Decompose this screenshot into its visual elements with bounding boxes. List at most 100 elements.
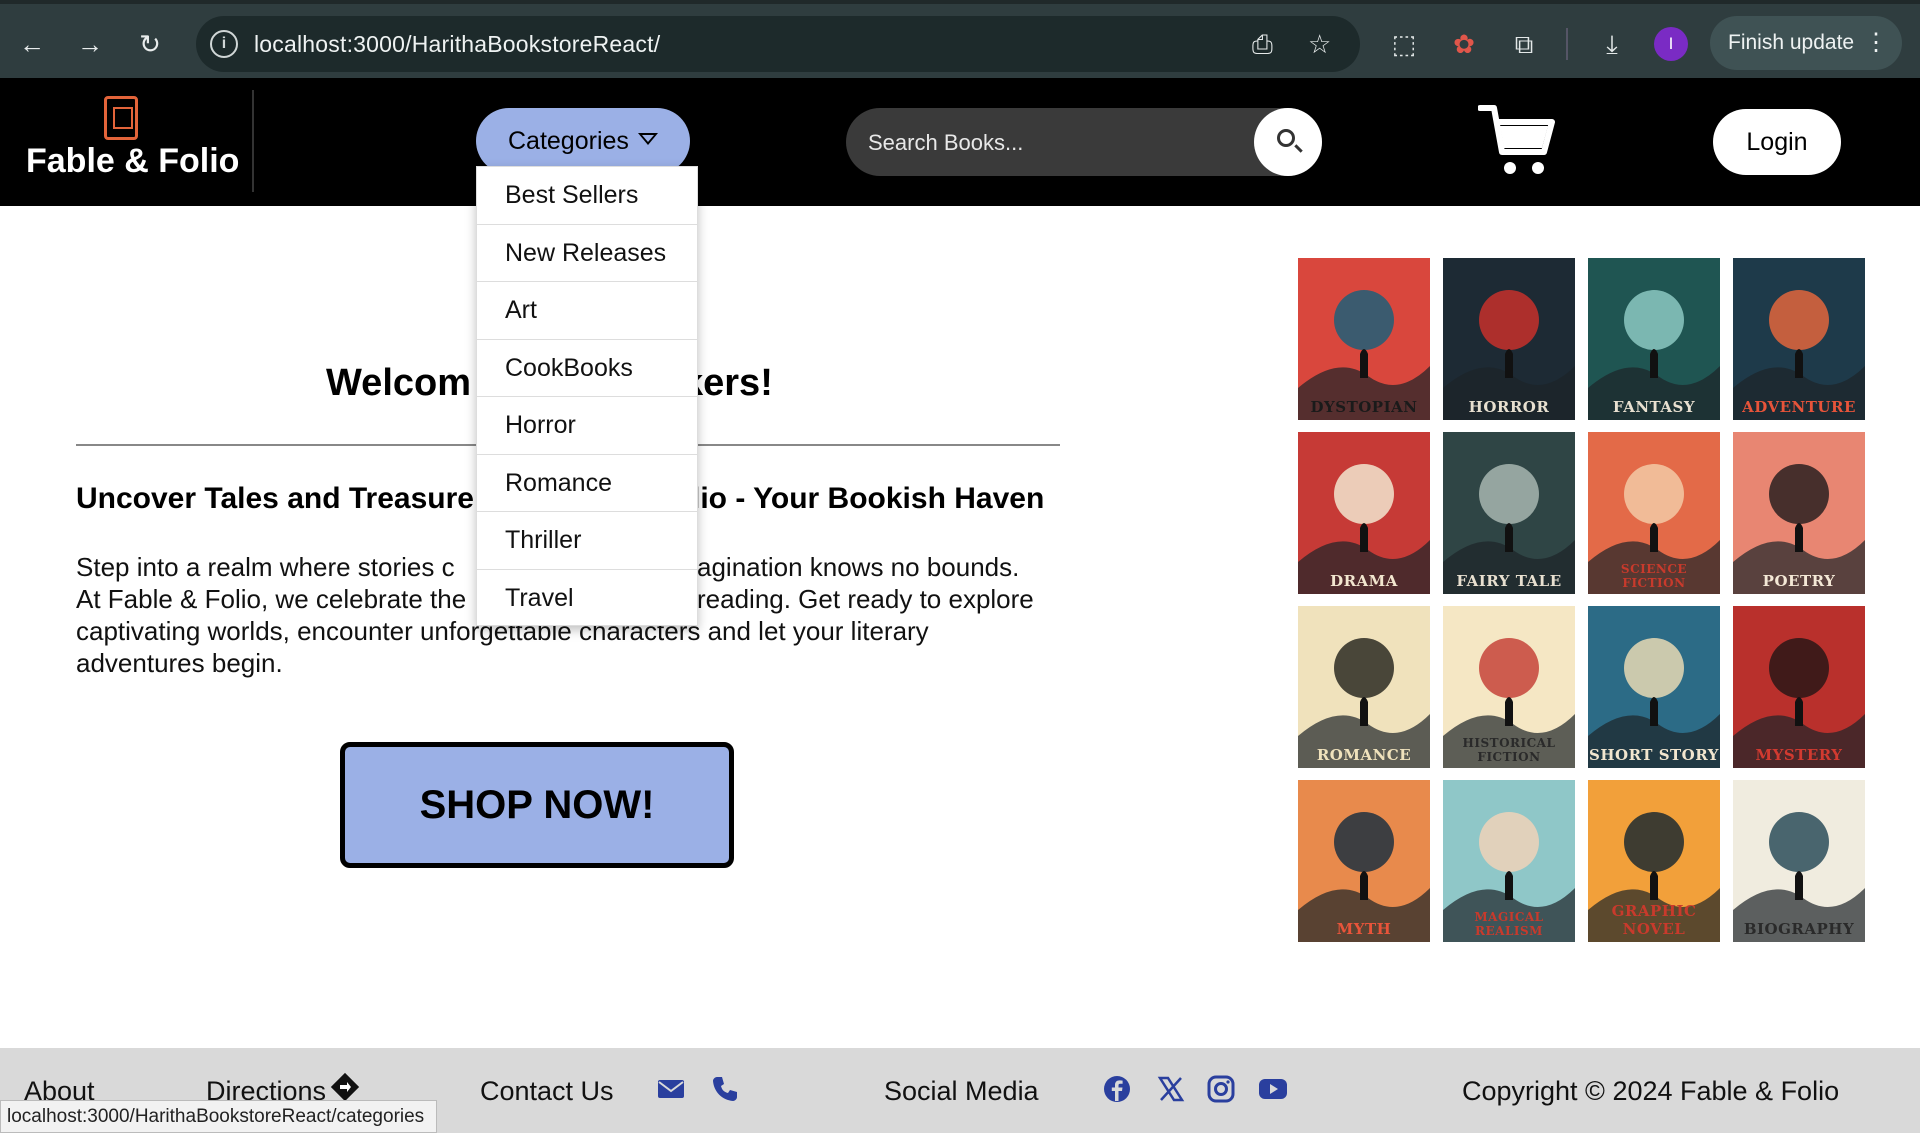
genre-tile-myth[interactable]: MYTH [1298, 780, 1430, 942]
genre-tile-dystopian[interactable]: DYSTOPIAN [1298, 258, 1430, 420]
genre-label: BIOGRAPHY [1743, 920, 1855, 938]
search-input[interactable]: Search Books... [846, 108, 1322, 176]
genre-label: SCIENCE FICTION [1620, 562, 1688, 590]
more-menu-icon[interactable]: ⋮ [1864, 16, 1888, 70]
genre-label: HISTORICAL FICTION [1462, 736, 1556, 764]
genre-label: HORROR [1468, 398, 1550, 416]
genre-label: DYSTOPIAN [1310, 398, 1418, 416]
genre-tile-fantasy[interactable]: FANTASY [1588, 258, 1720, 420]
extensions-puzzle-icon[interactable]: ⧉ [1506, 26, 1542, 62]
genre-tile-poetry[interactable]: POETRY [1733, 432, 1865, 594]
youtube-icon[interactable] [1258, 1074, 1288, 1104]
dropdown-item-romance[interactable]: Romance [477, 455, 697, 512]
genre-label: ROMANCE [1316, 746, 1412, 764]
forward-arrow-icon[interactable]: → [72, 26, 108, 62]
book-logo-icon[interactable] [104, 96, 138, 140]
dropdown-item-new-releases[interactable]: New Releases [477, 225, 697, 282]
search-button[interactable] [1254, 108, 1322, 176]
genre-art-image [1733, 606, 1865, 768]
genre-tile-magical-realism[interactable]: MAGICAL REALISM [1443, 780, 1575, 942]
genre-tile-historical-fiction[interactable]: HISTORICAL FICTION [1443, 606, 1575, 768]
dropdown-item-thriller[interactable]: Thriller [477, 512, 697, 570]
directions-sign-icon[interactable] [330, 1072, 360, 1102]
dropdown-item-cookbooks[interactable]: CookBooks [477, 340, 697, 397]
cart-icon[interactable] [1478, 102, 1558, 178]
site-logo-text[interactable]: Fable & Folio [26, 142, 239, 181]
shop-now-button[interactable]: SHOP NOW! [340, 742, 734, 868]
genre-tile-romance[interactable]: ROMANCE [1298, 606, 1430, 768]
dropdown-item-best-sellers[interactable]: Best Sellers [477, 167, 697, 225]
genre-tile-short-story[interactable]: SHORT STORY [1588, 606, 1720, 768]
genre-label: DRAMA [1330, 572, 1398, 590]
header-divider [252, 90, 254, 192]
genre-art-image [1298, 606, 1430, 768]
genre-tile-drama[interactable]: DRAMA [1298, 432, 1430, 594]
genre-label: MYSTERY [1755, 746, 1843, 764]
genre-art-image [1588, 258, 1720, 420]
genre-tile-mystery[interactable]: MYSTERY [1733, 606, 1865, 768]
genre-tile-biography[interactable]: BIOGRAPHY [1733, 780, 1865, 942]
intro-line-2-end: reading. Get ready to explore [697, 584, 1034, 614]
download-icon[interactable]: ⤓ [1594, 26, 1630, 62]
back-arrow-icon[interactable]: ← [14, 26, 50, 62]
genre-art-image [1298, 258, 1430, 420]
instagram-icon[interactable] [1206, 1074, 1236, 1104]
footer-social-label: Social Media [884, 1076, 1039, 1106]
genre-tile-graphic-novel[interactable]: GRAPHIC NOVEL [1588, 780, 1720, 942]
genre-tile-science-fiction[interactable]: SCIENCE FICTION [1588, 432, 1720, 594]
site-header: Fable & Folio Categories Search Books...… [0, 78, 1920, 206]
reload-icon[interactable]: ↻ [132, 26, 168, 62]
finish-update-button[interactable]: Finish update ⋮ [1710, 16, 1902, 70]
install-app-icon[interactable]: ⎙ [1252, 28, 1273, 60]
genre-art-image [1733, 432, 1865, 594]
genre-art-image [1443, 432, 1575, 594]
dropdown-item-travel[interactable]: Travel [477, 570, 697, 628]
genre-tile-adventure[interactable]: ADVENTURE [1733, 258, 1865, 420]
dropdown-item-horror[interactable]: Horror [477, 397, 697, 455]
genre-art-image [1298, 780, 1430, 942]
genre-label: POETRY [1762, 572, 1836, 590]
mail-icon[interactable] [656, 1074, 686, 1104]
toolbar-separator [1566, 28, 1568, 60]
subheading: Uncover Tales and Treasure [76, 482, 474, 515]
footer-copyright: Copyright © 2024 Fable & Folio [1462, 1076, 1840, 1106]
x-twitter-icon[interactable] [1156, 1074, 1186, 1104]
search-icon [1277, 129, 1295, 147]
facebook-icon[interactable] [1102, 1074, 1132, 1104]
browser-toolbar: ← → ↻ i localhost:3000/HarithaBookstoreR… [0, 0, 1920, 78]
login-button[interactable]: Login [1713, 109, 1841, 175]
footer-contact-link[interactable]: Contact Us [480, 1076, 614, 1107]
link-status-tooltip: localhost:3000/HarithaBookstoreReact/cat… [0, 1100, 438, 1133]
caret-down-icon [638, 133, 658, 145]
search-placeholder: Search Books... [868, 130, 1024, 155]
screenshot-icon[interactable]: ⬚ [1386, 26, 1422, 62]
dropdown-item-art[interactable]: Art [477, 282, 697, 340]
intro-line-1-end: agination knows no bounds. [697, 552, 1020, 582]
genre-grid: DYSTOPIAN HORROR FANTASY ADVENTURE DRAMA FAIR… [1298, 258, 1868, 944]
genre-art-image [1733, 258, 1865, 420]
genre-label: ADVENTURE [1742, 398, 1856, 416]
categories-button[interactable]: Categories [476, 108, 690, 174]
genre-tile-fairy-tale[interactable]: FAIRY TALE [1443, 432, 1575, 594]
phone-icon[interactable] [710, 1074, 740, 1104]
genre-label: FANTASY [1612, 398, 1696, 416]
genre-label: MAGICAL REALISM [1474, 910, 1544, 938]
site-info-icon[interactable]: i [210, 30, 238, 58]
genre-tile-horror[interactable]: HORROR [1443, 258, 1575, 420]
categories-dropdown: Best Sellers New Releases Art CookBooks … [476, 166, 698, 626]
genre-label: GRAPHIC NOVEL [1611, 902, 1697, 938]
intro-line-1: Step into a realm where stories c [76, 552, 455, 582]
intro-line-2: At Fable & Folio, we celebrate the [76, 584, 467, 614]
intro-line-4: adventures begin. [76, 648, 283, 678]
genre-art-image [1588, 606, 1720, 768]
address-url[interactable]: localhost:3000/HarithaBookstoreReact/ [254, 31, 660, 58]
subheading-end: lio - Your Bookish Haven [692, 482, 1045, 515]
genre-label: SHORT STORY [1589, 746, 1719, 764]
genre-label: MYTH [1336, 920, 1392, 938]
extension-bug-icon[interactable]: ✿ [1446, 26, 1482, 62]
profile-avatar[interactable]: I [1654, 27, 1688, 61]
finish-update-label: Finish update [1728, 31, 1855, 54]
genre-art-image [1298, 432, 1430, 594]
bookmark-star-icon[interactable]: ☆ [1308, 28, 1331, 60]
address-bar[interactable]: i localhost:3000/HarithaBookstoreReact/ … [196, 16, 1360, 72]
